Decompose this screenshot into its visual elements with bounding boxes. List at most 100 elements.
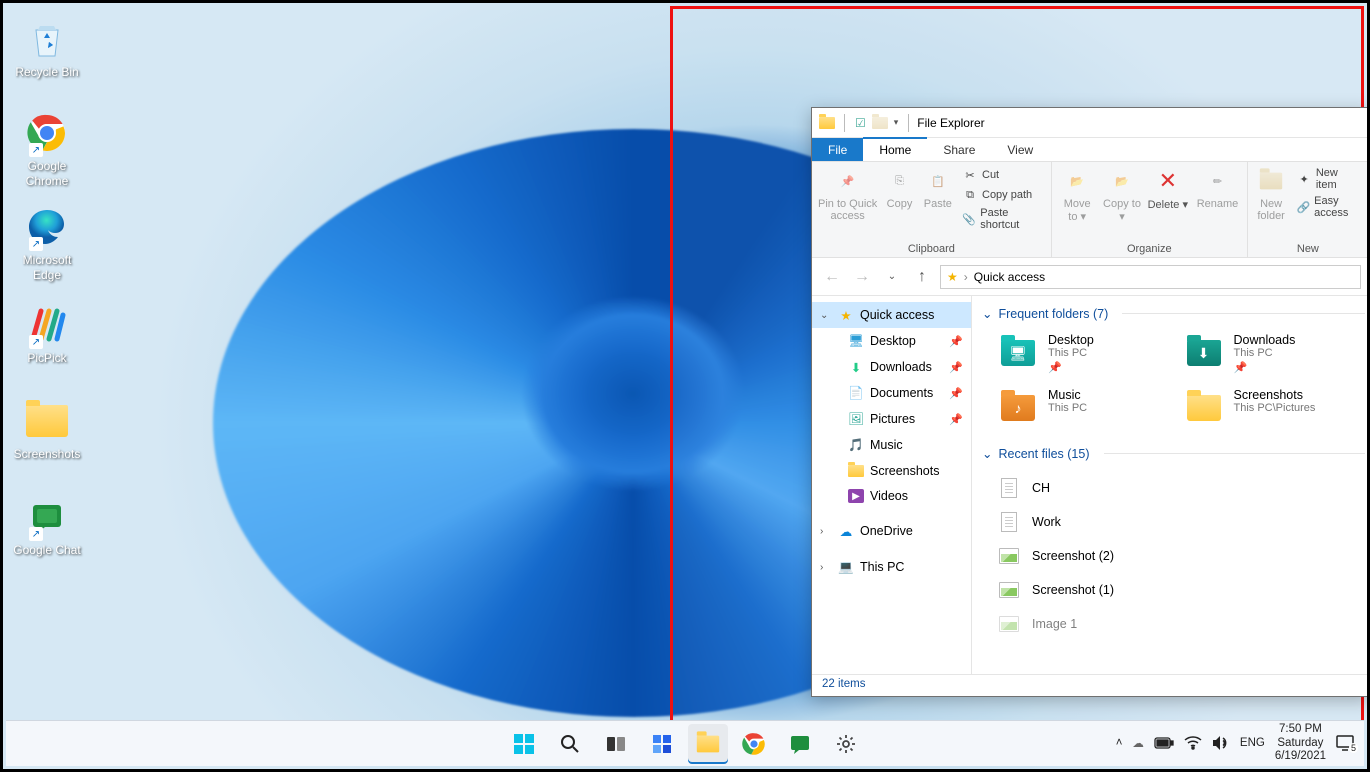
desktop-icon-chrome[interactable]: ↗ Google Chrome (9, 109, 85, 189)
ribbon-paste[interactable]: 📋 Paste (920, 164, 956, 212)
qat-newfolder-icon[interactable] (872, 117, 888, 129)
label: Pin to Quick access (818, 198, 877, 222)
section-recent-files[interactable]: ⌄ Recent files (15) (978, 442, 1367, 469)
desktop-icon-picpick[interactable]: ↗ PicPick (9, 301, 85, 366)
taskbar-widgets[interactable] (642, 724, 682, 764)
download-icon: ⬇ (848, 359, 864, 375)
nav-documents[interactable]: 📄Documents📌 (812, 380, 971, 406)
ribbon-delete[interactable]: ✕ Delete ▾ (1145, 164, 1190, 213)
tray-volume-icon[interactable] (1212, 735, 1230, 751)
menu-file[interactable]: File (812, 138, 863, 161)
onedrive-icon: ☁ (838, 523, 854, 539)
ribbon-copy-to[interactable]: 📂 Copy to ▾ (1101, 164, 1144, 225)
main-pane[interactable]: ⌄ Frequent folders (7) 🖥 DesktopThis PC📌… (972, 296, 1367, 674)
ribbon-move-to[interactable]: 📂 Move to ▾ (1056, 164, 1099, 225)
file-explorer-window[interactable]: ☑ ▾ File Explorer File Home Share View 📌… (811, 107, 1367, 697)
recent-file-image-1[interactable]: Image 1 (998, 607, 1367, 641)
ribbon-easy-access[interactable]: 🔗Easy access (1294, 194, 1362, 220)
recent-file-screenshot-2[interactable]: Screenshot (2) (998, 539, 1367, 573)
titlebar[interactable]: ☑ ▾ File Explorer (812, 108, 1367, 138)
new-item-icon: ✦ (1296, 171, 1311, 187)
ribbon-copy-path[interactable]: ⧉Copy path (960, 186, 1045, 204)
ribbon-new-folder[interactable]: New folder (1252, 164, 1291, 224)
folder-icon (848, 463, 864, 479)
tray-notifications-icon[interactable]: 5 (1336, 735, 1354, 751)
ribbon-cut[interactable]: ✂Cut (960, 166, 1045, 184)
nav-onedrive[interactable]: ›☁OneDrive (812, 518, 971, 544)
desktop-icon-screenshots[interactable]: Screenshots (9, 397, 85, 462)
copy-path-icon: ⧉ (962, 187, 978, 203)
recent-file-screenshot-1[interactable]: Screenshot (1) (998, 573, 1367, 607)
tray-battery-icon[interactable] (1154, 737, 1174, 749)
ribbon: 📌 Pin to Quick access ⎘ Copy 📋 Paste ✂Cu… (812, 162, 1367, 258)
start-button[interactable] (504, 724, 544, 764)
copy-icon: ⎘ (884, 166, 914, 196)
ribbon-paste-shortcut[interactable]: 📎Paste shortcut (960, 206, 1045, 232)
nav-quick-access[interactable]: ⌄ ★ Quick access (812, 302, 971, 328)
icon-label: Microsoft Edge (9, 253, 85, 283)
recent-file-ch[interactable]: CH (998, 471, 1367, 505)
menu-home[interactable]: Home (863, 137, 927, 161)
taskbar-chrome[interactable] (734, 724, 774, 764)
chevron-down-icon[interactable]: ⌄ (820, 310, 832, 321)
nav-downloads[interactable]: ⬇Downloads📌 (812, 354, 971, 380)
chevron-right-icon[interactable]: › (820, 526, 832, 537)
breadcrumb-quick-access[interactable]: Quick access (974, 270, 1045, 284)
menu-view[interactable]: View (991, 138, 1049, 161)
rename-icon: ✏ (1202, 166, 1232, 196)
ribbon-copy[interactable]: ⎘ Copy (881, 164, 917, 212)
taskbar-google-chat[interactable] (780, 724, 820, 764)
separator (908, 114, 909, 132)
section-frequent-folders[interactable]: ⌄ Frequent folders (7) (978, 302, 1367, 329)
qat-properties-icon[interactable]: ☑ (855, 116, 866, 130)
star-icon: ★ (838, 307, 854, 323)
menu-share[interactable]: Share (927, 138, 991, 161)
tray-wifi-icon[interactable] (1184, 736, 1202, 750)
taskbar[interactable]: ˄ ☁ ENG 7:50 PM Saturday 6/19/2021 5 (6, 720, 1364, 766)
nav-pictures[interactable]: 🖼Pictures📌 (812, 406, 971, 432)
tray-onedrive-icon[interactable]: ☁ (1132, 736, 1144, 750)
nav-screenshots[interactable]: Screenshots (812, 458, 971, 484)
chevron-right-icon[interactable]: › (820, 562, 832, 573)
nav-back-button[interactable]: ← (820, 265, 844, 289)
label: Paste (924, 198, 952, 210)
status-item-count: 22 items (822, 678, 865, 690)
nav-music[interactable]: 🎵Music (812, 432, 971, 458)
folder-tile-desktop[interactable]: 🖥 DesktopThis PC📌 (998, 333, 1184, 374)
recent-files-list: CH Work Screenshot (2) Screenshot (1) Im… (978, 469, 1367, 641)
icon-label: Google Chrome (9, 159, 85, 189)
nav-up-button[interactable]: ↑ (910, 265, 934, 289)
nav-videos[interactable]: ▶Videos (812, 484, 971, 508)
star-icon: ★ (947, 270, 958, 284)
frequent-folders-grid: 🖥 DesktopThis PC📌 ⬇ DownloadsThis PC📌 ♪ … (978, 329, 1367, 442)
folder-tile-screenshots[interactable]: ScreenshotsThis PC\Pictures (1184, 388, 1368, 428)
nav-desktop[interactable]: 🖥Desktop📌 (812, 328, 971, 354)
folder-tile-music[interactable]: ♪ MusicThis PC (998, 388, 1184, 428)
document-icon (998, 477, 1020, 499)
desktop[interactable]: Recycle Bin ↗ Google Chrome ↗ Microsoft … (3, 3, 1367, 769)
tray-clock[interactable]: 7:50 PM Saturday 6/19/2021 (1275, 723, 1326, 764)
folder-tile-downloads[interactable]: ⬇ DownloadsThis PC📌 (1184, 333, 1368, 374)
nav-forward-button[interactable]: → (850, 265, 874, 289)
tray-overflow-icon[interactable]: ˄ (1116, 737, 1123, 749)
nav-this-pc[interactable]: ›💻This PC (812, 554, 971, 580)
ribbon-rename[interactable]: ✏ Rename (1192, 164, 1243, 212)
qat-dropdown-icon[interactable]: ▾ (894, 117, 899, 128)
taskbar-search[interactable] (550, 724, 590, 764)
desktop-icon-edge[interactable]: ↗ Microsoft Edge (9, 203, 85, 283)
recent-file-work[interactable]: Work (998, 505, 1367, 539)
tray-language[interactable]: ENG (1240, 737, 1265, 749)
ribbon-pin-to-quick-access[interactable]: 📌 Pin to Quick access (816, 164, 879, 224)
ribbon-new-item[interactable]: ✦New item (1294, 166, 1362, 192)
taskbar-file-explorer[interactable] (688, 724, 728, 764)
taskbar-task-view[interactable] (596, 724, 636, 764)
pin-icon: 📌 (949, 335, 963, 348)
this-pc-icon: 💻 (838, 559, 854, 575)
nav-recent-dropdown[interactable]: ⌄ (880, 265, 904, 289)
taskbar-settings[interactable] (826, 724, 866, 764)
desktop-icon-google-chat[interactable]: ↗ Google Chat (9, 493, 85, 558)
navigation-pane[interactable]: ⌄ ★ Quick access 🖥Desktop📌 ⬇Downloads📌 📄… (812, 296, 972, 674)
desktop-icon-recycle-bin[interactable]: Recycle Bin (9, 15, 85, 80)
address-bar[interactable]: ★ › Quick access (940, 265, 1361, 289)
new-folder-icon (1256, 166, 1286, 196)
